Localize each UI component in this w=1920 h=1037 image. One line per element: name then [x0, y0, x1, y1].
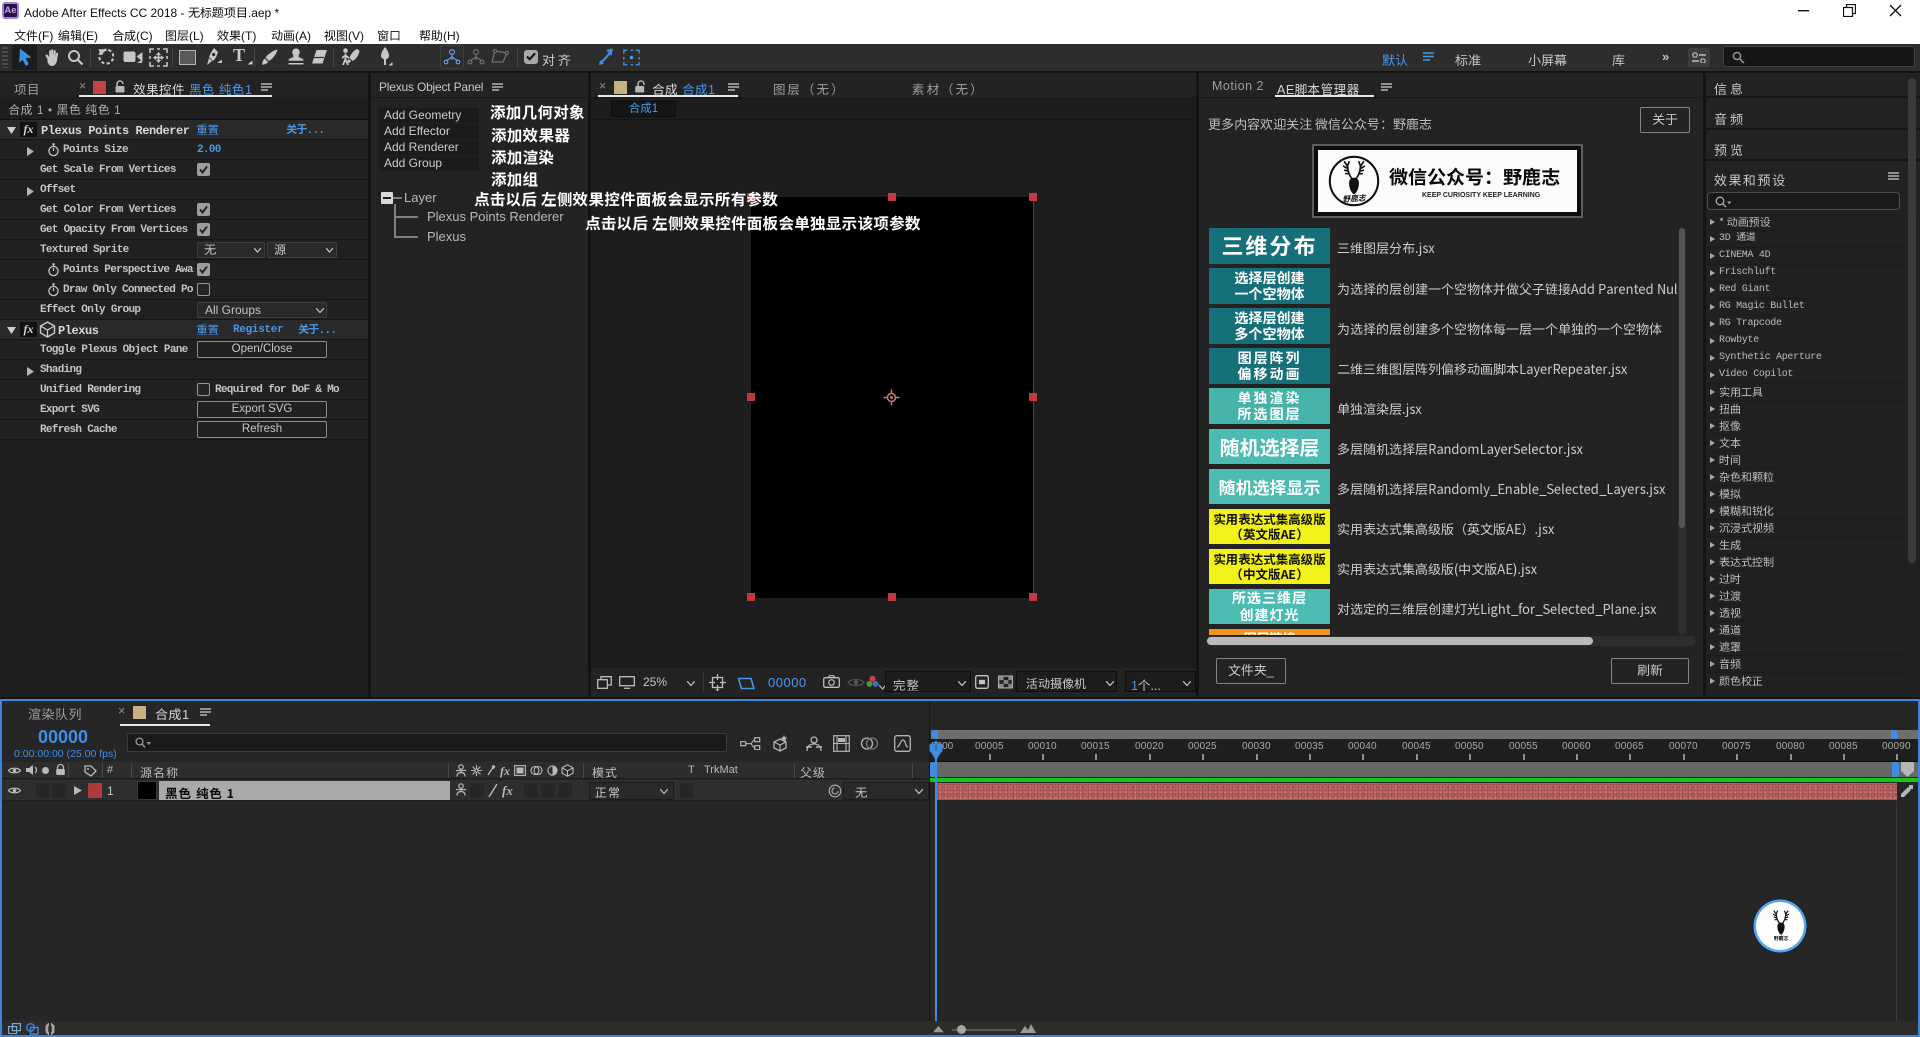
svg-text:野鹿志: 野鹿志: [1774, 935, 1789, 942]
svg-text:野鹿志: 野鹿志: [1342, 192, 1367, 205]
